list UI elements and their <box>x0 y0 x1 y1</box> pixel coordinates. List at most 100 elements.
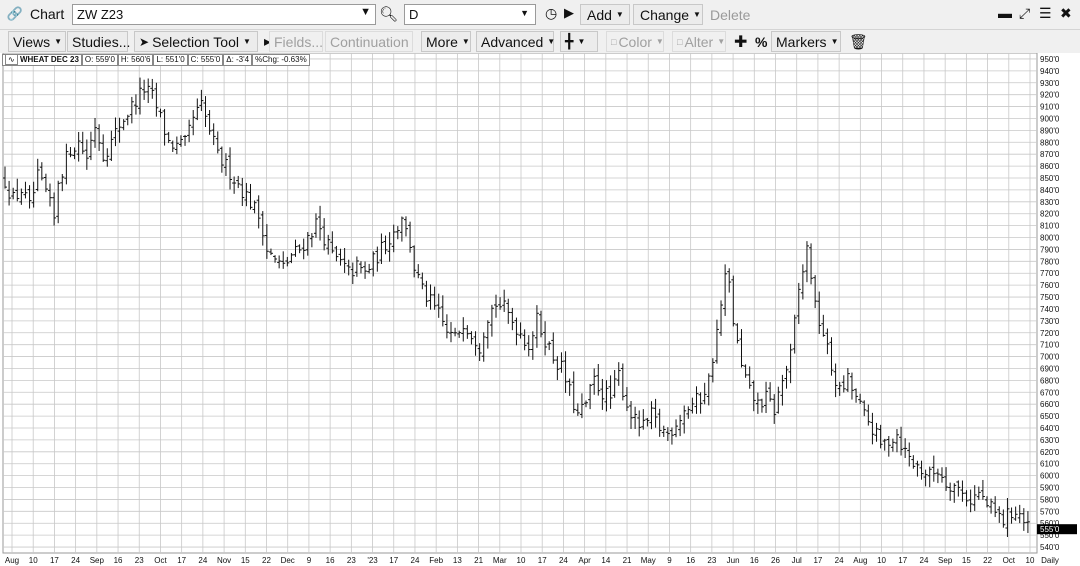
x-tick-label: 24 <box>559 556 568 565</box>
selection-tool-button[interactable]: ➤ Selection Tool ▼ <box>134 31 258 52</box>
chart-toolbar: Views ▼ Studies... ➤ Selection Tool ▼ ▸ Fi… <box>0 29 1080 53</box>
ohlc-bar-icon: ╋ <box>565 33 574 49</box>
color-swatch-icon: □ <box>611 36 617 47</box>
x-tick-label: '23 <box>367 556 378 565</box>
x-tick-label: 24 <box>411 556 420 565</box>
legend-change: Δ: -3'4 <box>223 54 253 66</box>
x-tick-label: 17 <box>813 556 822 565</box>
x-tick-label: 21 <box>623 556 632 565</box>
x-tick-label: 24 <box>835 556 844 565</box>
search-icon[interactable]: 🔍︎ <box>379 5 398 23</box>
advanced-button[interactable]: Advanced ▼ <box>476 31 555 52</box>
symbol-dropdown-icon[interactable]: ▼ <box>360 6 371 18</box>
x-tick-label: Aug <box>5 556 19 565</box>
caret-down-icon: ▼ <box>830 37 839 46</box>
expand-icon[interactable]: ⤢ <box>1019 5 1030 22</box>
interval-input[interactable]: D ▼ <box>404 4 536 25</box>
bar-style-button[interactable]: ╋ ▼ <box>560 31 598 52</box>
y-tick-label: 760'0 <box>1040 281 1060 290</box>
studies-button[interactable]: Studies... <box>67 31 131 52</box>
chart-legend: ∿ WHEAT DEC 23 O: 559'0 H: 560'6 L: 551'… <box>2 54 310 66</box>
percent-button[interactable]: % <box>750 31 768 52</box>
clock-icon[interactable]: ◷ <box>545 5 557 22</box>
y-tick-label: 590'0 <box>1040 484 1060 493</box>
y-tick-label: 580'0 <box>1040 495 1060 504</box>
delete-label: Delete <box>710 6 751 23</box>
close-icon[interactable]: ✖ <box>1060 5 1072 22</box>
studies-label: Studies... <box>72 33 131 50</box>
y-tick-label: 910'0 <box>1040 103 1060 112</box>
color-label: Color <box>618 33 652 50</box>
delete-button[interactable]: Delete <box>703 4 755 25</box>
chart-area[interactable]: 950'0 940'0 930'0 920'0 910'0 900'0 890'0 880'0… <box>0 53 1080 566</box>
x-tick-label: 16 <box>326 556 335 565</box>
x-tick-label: 9 <box>307 556 312 565</box>
alter-button[interactable]: □ Alter ▼ <box>672 31 726 52</box>
change-button[interactable]: Change ▼ <box>633 4 703 25</box>
x-tick-label: 10 <box>517 556 526 565</box>
x-tick-label: 24 <box>198 556 207 565</box>
add-button[interactable]: Add ▼ <box>580 4 630 25</box>
x-tick-label: 17 <box>538 556 547 565</box>
x-tick-label: Apr <box>578 556 591 565</box>
x-tick-label: 21 <box>474 556 483 565</box>
views-button[interactable]: Views ▼ <box>8 31 66 52</box>
y-tick-label: 670'0 <box>1040 388 1060 397</box>
x-tick-label: Dec <box>281 556 295 565</box>
y-tick-label: 740'0 <box>1040 305 1060 314</box>
more-button[interactable]: More ▼ <box>421 31 471 52</box>
x-tick-label: 15 <box>241 556 250 565</box>
legend-open: O: 559'0 <box>81 54 118 66</box>
minimize-icon[interactable]: ▬ <box>998 5 1012 21</box>
line-chart-icon: ∿ <box>5 54 18 65</box>
y-tick-label: 600'0 <box>1040 472 1060 481</box>
y-tick-label: 710'0 <box>1040 341 1060 350</box>
y-tick-label: 880'0 <box>1040 138 1060 147</box>
symbol-input[interactable]: ZW Z23 ▼ <box>72 4 376 25</box>
play-icon[interactable]: ▶ <box>564 5 574 21</box>
x-tick-label: Jul <box>792 556 802 565</box>
x-tick-label: 16 <box>114 556 123 565</box>
crosshair-icon[interactable]: ✚ <box>729 31 747 52</box>
y-tick-label: 610'0 <box>1040 460 1060 469</box>
y-tick-label: 570'0 <box>1040 507 1060 516</box>
window-title: Chart <box>30 6 65 22</box>
color-button[interactable]: □ Color ▼ <box>606 31 664 52</box>
chart-link-icon[interactable]: 🔗 <box>0 6 30 22</box>
y-tick-label: 920'0 <box>1040 91 1060 100</box>
x-tick-label: Nov <box>217 556 231 565</box>
y-tick-label: 830'0 <box>1040 198 1060 207</box>
y-tick-label: 680'0 <box>1040 376 1060 385</box>
x-tick-label: 22 <box>983 556 992 565</box>
x-tick-label: 22 <box>262 556 271 565</box>
x-tick-label: Feb <box>429 556 443 565</box>
advanced-label: Advanced <box>481 33 544 50</box>
markers-button[interactable]: Markers ▼ <box>771 31 841 52</box>
x-tick-label: 9 <box>667 556 672 565</box>
caret-down-icon: ▼ <box>461 37 470 46</box>
y-tick-label: 950'0 <box>1040 55 1060 64</box>
alter-label: Alter <box>684 33 714 50</box>
interval-dropdown-icon[interactable]: ▼ <box>520 8 529 18</box>
x-tick-label: 14 <box>601 556 610 565</box>
last-price-label: 555'0 <box>1040 525 1060 534</box>
y-tick-label: 800'0 <box>1040 234 1060 243</box>
views-label: Views <box>13 33 51 50</box>
y-tick-label: 620'0 <box>1040 448 1060 457</box>
x-tick-label: Jun <box>727 556 740 565</box>
percent-label: % <box>755 33 768 50</box>
menu-icon[interactable]: ☰ <box>1039 5 1052 22</box>
chevron-right-icon[interactable]: ▸ <box>259 31 271 52</box>
continuation-button[interactable]: Continuation <box>325 31 413 52</box>
y-tick-label: 640'0 <box>1040 424 1060 433</box>
y-tick-label: 890'0 <box>1040 126 1060 135</box>
fields-button[interactable]: Fields... <box>269 31 323 52</box>
trash-icon[interactable]: 🗑︎ <box>844 31 868 52</box>
x-tick-label: 10 <box>1026 556 1035 565</box>
cursor-arrow-icon: ➤ <box>139 34 150 49</box>
x-tick-label: 15 <box>962 556 971 565</box>
price-chart[interactable]: 950'0 940'0 930'0 920'0 910'0 900'0 890'0 880'0… <box>0 53 1080 566</box>
y-tick-label: 820'0 <box>1040 210 1060 219</box>
caret-down-icon: ▼ <box>54 37 63 46</box>
x-tick-label: 24 <box>920 556 929 565</box>
